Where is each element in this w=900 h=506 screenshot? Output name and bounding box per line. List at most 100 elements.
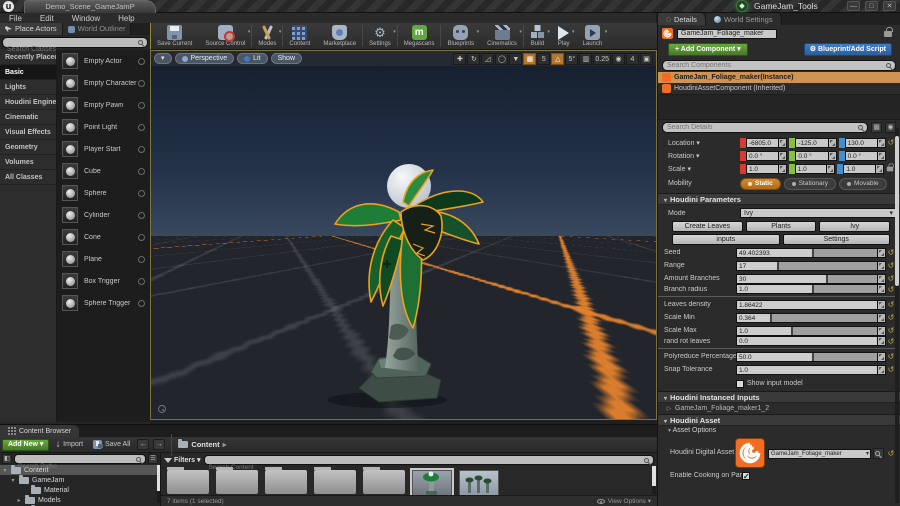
spinbox-icon[interactable]	[778, 163, 787, 174]
search-details[interactable]	[662, 122, 868, 133]
folder-tab-button[interactable]: Settings	[782, 234, 890, 245]
details-scrollbar[interactable]	[895, 128, 899, 503]
scrollbar-thumb[interactable]	[895, 136, 899, 286]
preset-button[interactable]: Create Leaves	[672, 221, 743, 232]
drag-handle-icon[interactable]	[138, 145, 145, 153]
sources-toggle-icon[interactable]: ◧	[2, 454, 12, 464]
toolbar-button[interactable]: Launch ▾	[579, 23, 607, 49]
rotation-x-field[interactable]: 0.0 °	[746, 150, 780, 161]
toolbar-button[interactable]: Marketplace ▾	[319, 23, 360, 49]
tab-place-actors[interactable]: Place Actors	[0, 23, 63, 35]
search-classes[interactable]	[2, 37, 148, 54]
place-item[interactable]: Empty Pawn	[57, 94, 150, 116]
dropdown-caret-icon[interactable]: ▾	[605, 29, 608, 35]
world-space-icon[interactable]: ◯	[495, 52, 509, 65]
expand-icon[interactable]: ▸	[16, 497, 22, 504]
digital-asset-dropdown[interactable]: GameJam_Foliage_maker	[768, 448, 871, 459]
save-all-button[interactable]: Save All	[90, 440, 133, 449]
dropdown-caret-icon[interactable]: ▾	[547, 29, 550, 35]
view-mode-button[interactable]: Lit	[237, 53, 268, 64]
place-item[interactable]: Cylinder	[57, 204, 150, 226]
add-new-button[interactable]: Add New ▾	[2, 438, 50, 451]
tab-details[interactable]: Details	[658, 13, 706, 25]
asset-folder[interactable]	[216, 467, 258, 494]
place-item[interactable]: Sphere Trigger	[57, 292, 150, 314]
spinbox-icon[interactable]	[779, 137, 788, 148]
expand-icon[interactable]: ▾	[2, 467, 8, 474]
camera-speed-icon[interactable]: ◉	[612, 52, 625, 65]
toolbar-button[interactable]: Settings ▾	[365, 23, 396, 49]
drag-handle-icon[interactable]	[138, 277, 145, 285]
drag-handle-icon[interactable]	[138, 123, 145, 131]
spinbox-icon[interactable]	[878, 299, 886, 310]
asset-scrollbar[interactable]	[652, 466, 656, 494]
place-category[interactable]: Basic	[0, 65, 56, 80]
toolbar-button[interactable]: Content ▾	[285, 23, 314, 49]
level-tab[interactable]: Demo_Scene_GameJamP	[24, 0, 156, 13]
spinbox-icon[interactable]	[878, 312, 886, 323]
drag-handle-icon[interactable]	[138, 57, 145, 65]
param-slider-field[interactable]: 1.0	[736, 364, 878, 375]
breadcrumb[interactable]: Content ▸	[178, 439, 226, 449]
asset-folder[interactable]	[314, 467, 356, 494]
drag-handle-icon[interactable]	[138, 79, 145, 87]
place-category[interactable]: Houdini Engine	[0, 95, 56, 110]
place-item[interactable]: Point Light	[57, 116, 150, 138]
component-row[interactable]: GameJam_Foliage_maker(Instance)	[658, 72, 900, 83]
asset-options-subheader[interactable]: ▾ Asset Options	[658, 426, 900, 436]
drag-handle-icon[interactable]	[138, 211, 145, 219]
toolbar-button[interactable]: Save Current ▾	[153, 23, 196, 49]
place-item[interactable]: Plane	[57, 248, 150, 270]
tree-row[interactable]: Material	[0, 484, 160, 495]
back-button[interactable]: ←	[137, 439, 150, 450]
param-slider-field[interactable]: 1.86422	[736, 299, 878, 310]
spinbox-icon[interactable]	[878, 247, 886, 258]
spinbox-icon[interactable]	[877, 137, 886, 148]
spinbox-icon[interactable]	[878, 325, 886, 336]
expand-icon[interactable]: ▷	[666, 405, 672, 412]
folder-tab-button[interactable]: inputs	[672, 234, 780, 245]
spinbox-icon[interactable]	[876, 163, 885, 174]
place-category[interactable]: Cinematic	[0, 110, 56, 125]
spinbox-icon[interactable]	[877, 150, 886, 161]
search-components[interactable]	[662, 60, 896, 71]
param-slider-field[interactable]: 0.364	[736, 312, 878, 323]
spinbox-icon[interactable]	[827, 163, 836, 174]
asset-thumbnail[interactable]	[459, 470, 499, 496]
filters-button[interactable]: Filters ▾	[164, 456, 200, 464]
list-view-icon[interactable]: ☰	[148, 454, 158, 464]
grid-snap-icon[interactable]: ▦	[523, 52, 537, 65]
tab-world-settings[interactable]: World Settings	[705, 13, 782, 25]
toolbar-button[interactable]: Megascans ▾	[400, 23, 439, 49]
show-flags-button[interactable]: Show	[270, 53, 303, 64]
scale-z-field[interactable]: 1.0	[843, 163, 877, 174]
drag-handle-icon[interactable]	[138, 189, 145, 197]
place-item[interactable]: Empty Character	[57, 72, 150, 94]
search-paths[interactable]	[14, 454, 146, 471]
tree-scrollbar[interactable]	[157, 465, 160, 503]
asset-thumbnail-selected[interactable]	[410, 468, 454, 496]
search-details-input[interactable]	[663, 123, 867, 132]
grid-snap-value[interactable]: 5	[537, 52, 551, 65]
actor-name-field[interactable]	[677, 28, 777, 39]
place-category[interactable]: Lights	[0, 80, 56, 95]
menu-item[interactable]: Window	[63, 14, 109, 23]
maximize-viewport-icon[interactable]: ▣	[640, 52, 653, 65]
scale-snap-icon[interactable]: ▥	[579, 52, 593, 65]
toolbar-button[interactable]: Play ▾	[554, 23, 575, 49]
param-slider-field[interactable]: 1.0	[736, 325, 878, 336]
place-item[interactable]: Cube	[57, 160, 150, 182]
drag-handle-icon[interactable]	[138, 167, 145, 175]
scale-tool-icon[interactable]: ◿	[481, 52, 495, 65]
add-component-button[interactable]: + Add Component ▾	[668, 43, 748, 56]
spinbox-icon[interactable]	[878, 351, 886, 362]
param-slider-field[interactable]: 1.0	[736, 284, 878, 294]
location-y-field[interactable]: -125.0	[795, 137, 829, 148]
view-options-button[interactable]: View Options ▾	[596, 497, 651, 505]
drag-handle-icon[interactable]	[138, 299, 145, 307]
houdini-instanced-inputs-header[interactable]: ▾ Houdini Instanced Inputs	[658, 391, 900, 403]
mode-dropdown[interactable]: Ivy	[740, 208, 896, 218]
preset-button[interactable]: Ivy	[819, 221, 891, 232]
asset-folder[interactable]	[363, 467, 405, 494]
toolbar-button[interactable]: Build ▾	[526, 23, 550, 49]
